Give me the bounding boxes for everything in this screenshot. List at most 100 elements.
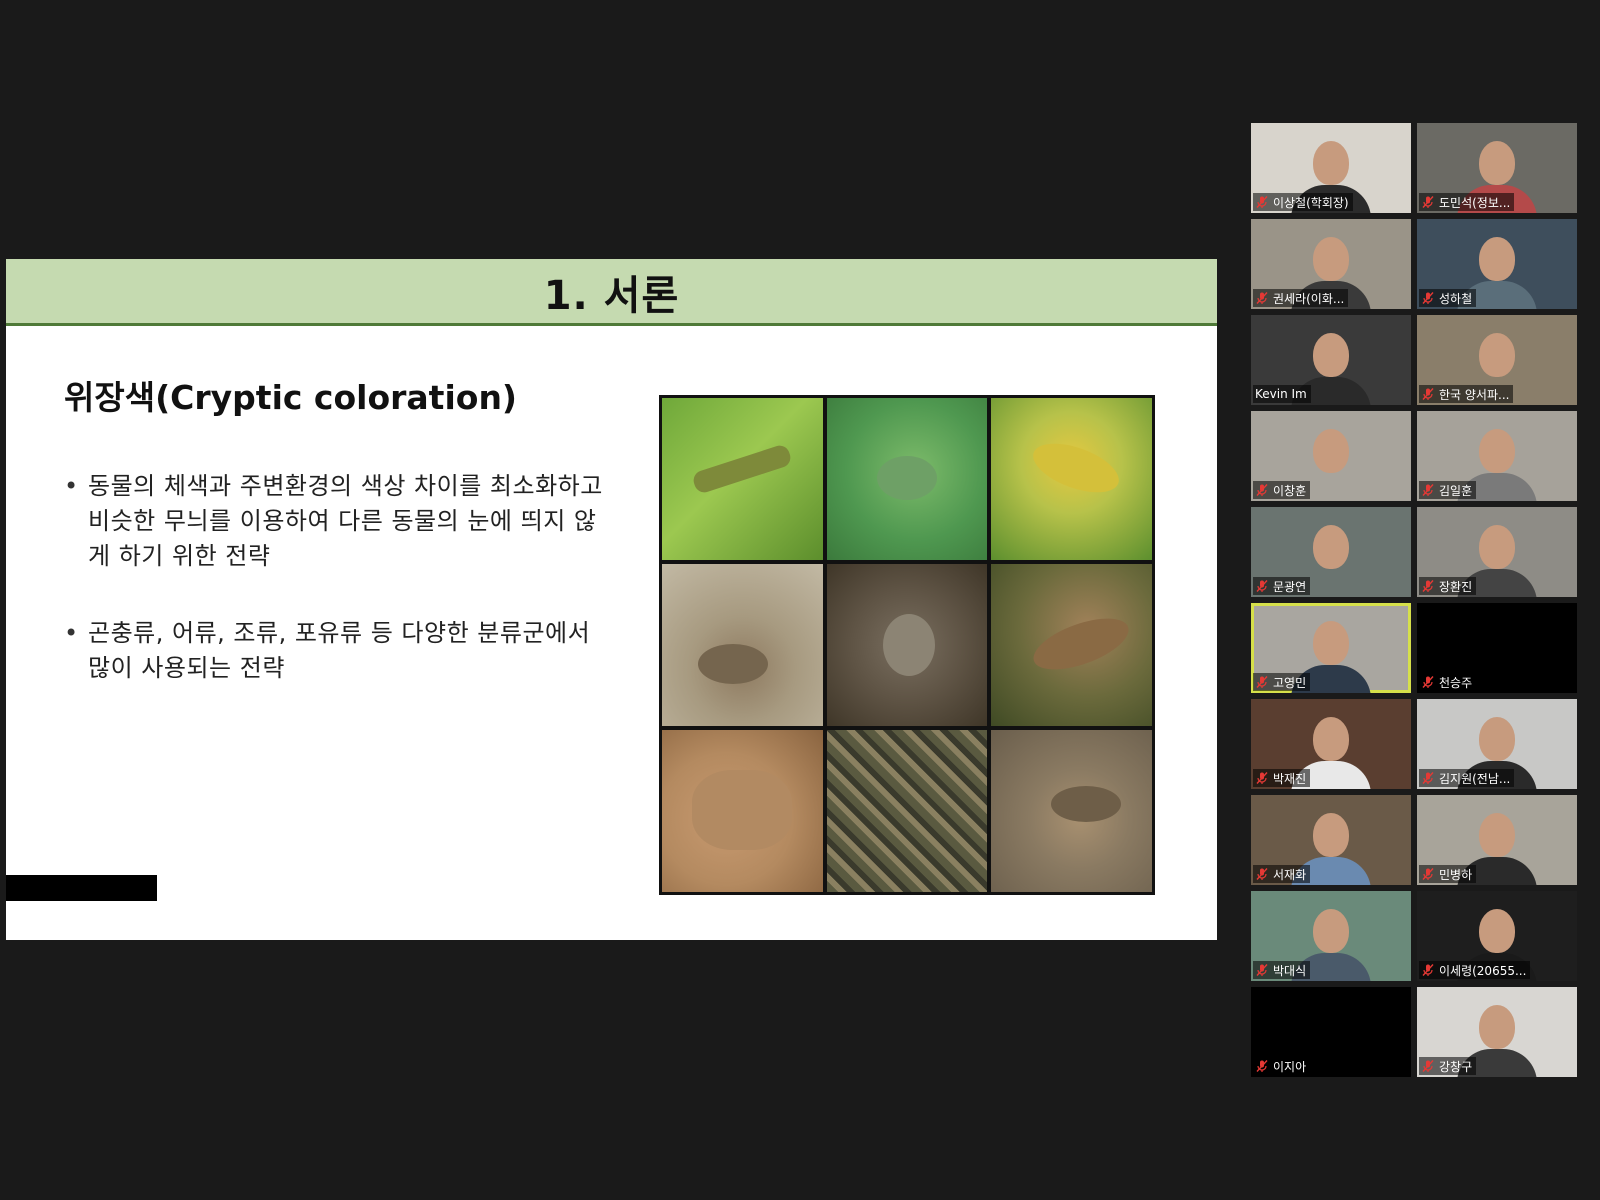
participant-name: 한국 양서파...	[1439, 387, 1510, 402]
participant-name: Kevin Im	[1255, 387, 1307, 401]
microphone-muted-icon	[1256, 580, 1268, 592]
participant-name-bar: Kevin Im	[1253, 385, 1311, 403]
participant-video-face	[1479, 141, 1515, 185]
participant-tile[interactable]: 장환진	[1417, 507, 1577, 597]
participant-tile[interactable]: 박대식	[1251, 891, 1411, 981]
bullet-item: • 곤충류, 어류, 조류, 포유류 등 다양한 분류군에서 많이 사용되는 전…	[64, 616, 604, 686]
participant-tile[interactable]: 서재화	[1251, 795, 1411, 885]
participant-tile[interactable]: 도민석(정보...	[1417, 123, 1577, 213]
slide-header: 1. 서론	[6, 259, 1217, 326]
participant-video-face	[1479, 333, 1515, 377]
owl-photo	[826, 564, 988, 726]
slide-subtitle: 위장색(Cryptic coloration)	[64, 378, 518, 417]
participant-name: 장환진	[1439, 579, 1473, 594]
microphone-muted-icon	[1256, 964, 1268, 976]
microphone-muted-icon	[1422, 484, 1434, 496]
participant-tile[interactable]: 고영민	[1251, 603, 1411, 693]
participant-tile[interactable]: 박재진	[1251, 699, 1411, 789]
participant-tile[interactable]: 이지아	[1251, 987, 1411, 1077]
participant-name: 김지원(전남...	[1439, 771, 1511, 786]
participant-video-face	[1479, 717, 1515, 761]
gecko-photo	[991, 564, 1152, 726]
participant-tile[interactable]: 김일훈	[1417, 411, 1577, 501]
participant-name: 권세라(이화...	[1273, 291, 1345, 306]
participant-video-face	[1313, 141, 1349, 185]
participant-tile[interactable]: 김지원(전남...	[1417, 699, 1577, 789]
participant-name-bar: 박대식	[1253, 961, 1311, 979]
participant-tile[interactable]: 권세라(이화...	[1251, 219, 1411, 309]
participant-video-face	[1313, 621, 1349, 665]
participant-name-bar: 천승주	[1419, 673, 1477, 691]
participant-tile[interactable]: 민병하	[1417, 795, 1577, 885]
participant-name: 박대식	[1273, 963, 1307, 978]
rabbit-photo	[662, 564, 823, 726]
participant-name-bar: 서재화	[1253, 865, 1311, 883]
participant-tile[interactable]: 문광연	[1251, 507, 1411, 597]
participant-name-bar: 성하철	[1419, 289, 1477, 307]
microphone-muted-icon	[1422, 772, 1434, 784]
participant-name-bar: 김일훈	[1419, 481, 1477, 499]
bullet-dot-icon: •	[64, 472, 79, 500]
microphone-muted-icon	[1256, 868, 1268, 880]
participant-name-bar: 이창훈	[1253, 481, 1311, 499]
fish-photo	[991, 730, 1152, 892]
redaction-bar	[6, 875, 157, 901]
participant-video-face	[1313, 237, 1349, 281]
participant-name-bar: 권세라(이화...	[1253, 289, 1349, 307]
participant-tile[interactable]: 성하철	[1417, 219, 1577, 309]
participant-name-bar: 이세령(20655...	[1419, 961, 1531, 979]
participant-video-face	[1313, 525, 1349, 569]
slide-title: 1. 서론	[543, 273, 680, 319]
participant-tile[interactable]: 강창구	[1417, 987, 1577, 1077]
participant-name: 민병하	[1439, 867, 1473, 882]
leaf-insect-photo	[991, 398, 1152, 560]
microphone-muted-icon	[1422, 580, 1434, 592]
microphone-muted-icon	[1256, 1060, 1268, 1072]
participant-video-face	[1479, 429, 1515, 473]
bullet-text: 동물의 체색과 주변환경의 색상 차이를 최소화하고 비슷한 무늬를 이용하여 …	[88, 472, 603, 570]
participant-tile[interactable]: 이세령(20655...	[1417, 891, 1577, 981]
microphone-muted-icon	[1422, 1060, 1434, 1072]
participant-name-bar: 이상철(학회장)	[1253, 193, 1353, 211]
participant-name: 문광연	[1273, 579, 1307, 594]
participant-name: 서재화	[1273, 867, 1307, 882]
participant-name: 천승주	[1439, 675, 1473, 690]
octopus-photo	[826, 730, 988, 892]
microphone-muted-icon	[1422, 196, 1434, 208]
grasshopper-photo	[662, 398, 823, 560]
bullet-list: • 동물의 체색과 주변환경의 색상 차이를 최소화하고 비슷한 무늬를 이용하…	[64, 469, 604, 728]
bullet-item: • 동물의 체색과 주변환경의 색상 차이를 최소화하고 비슷한 무늬를 이용하…	[64, 469, 604, 574]
participant-tile[interactable]: 한국 양서파...	[1417, 315, 1577, 405]
microphone-muted-icon	[1422, 676, 1434, 688]
participant-name-bar: 한국 양서파...	[1419, 385, 1514, 403]
participant-name-bar: 이지아	[1253, 1057, 1311, 1075]
participant-name-bar: 고영민	[1253, 673, 1311, 691]
participant-name: 고영민	[1273, 675, 1307, 690]
participant-name: 김일훈	[1439, 483, 1473, 498]
participant-name: 이세령(20655...	[1439, 963, 1527, 978]
participant-name-bar: 도민석(정보...	[1419, 193, 1515, 211]
participant-video-face	[1313, 429, 1349, 473]
participant-tile[interactable]: 이상철(학회장)	[1251, 123, 1411, 213]
participant-name-bar: 박재진	[1253, 769, 1311, 787]
microphone-muted-icon	[1256, 196, 1268, 208]
participant-tile[interactable]: 천승주	[1417, 603, 1577, 693]
microphone-muted-icon	[1422, 388, 1434, 400]
participant-tile[interactable]: Kevin Im	[1251, 315, 1411, 405]
butterfly-photo	[662, 730, 823, 892]
participant-name-bar: 문광연	[1253, 577, 1311, 595]
participant-name: 강창구	[1439, 1059, 1473, 1074]
participant-tile[interactable]: 이창훈	[1251, 411, 1411, 501]
participant-video-face	[1313, 909, 1349, 953]
participant-gallery: 이상철(학회장) 도민석(정보... 권세라(이화... 성하철 Kevin Im 한국 …	[1251, 123, 1577, 1077]
bullet-dot-icon: •	[64, 619, 79, 647]
microphone-muted-icon	[1256, 676, 1268, 688]
participant-video-face	[1313, 813, 1349, 857]
bullet-text: 곤충류, 어류, 조류, 포유류 등 다양한 분류군에서 많이 사용되는 전략	[88, 619, 591, 682]
participant-name-bar: 민병하	[1419, 865, 1477, 883]
participant-name: 성하철	[1439, 291, 1473, 306]
microphone-muted-icon	[1256, 484, 1268, 496]
participant-name-bar: 강창구	[1419, 1057, 1477, 1075]
participant-video-face	[1479, 1005, 1515, 1049]
participant-name: 도민석(정보...	[1439, 195, 1511, 210]
